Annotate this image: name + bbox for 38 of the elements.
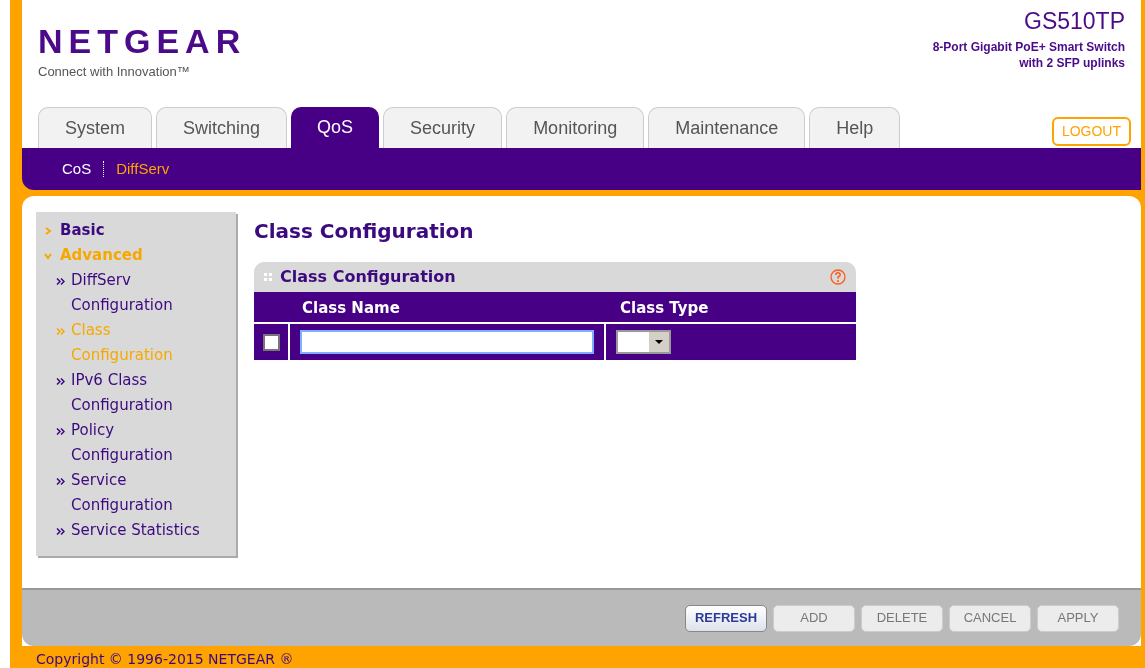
double-chevron-icon <box>56 478 65 485</box>
class-name-field[interactable] <box>300 330 594 354</box>
action-button[interactable]: REFRESH <box>685 604 767 632</box>
subnav-link[interactable]: CoS <box>62 157 92 181</box>
dropdown-button[interactable] <box>649 332 669 352</box>
row-checkbox[interactable] <box>262 333 280 351</box>
nav-tab[interactable]: Maintenance <box>648 107 806 148</box>
page-title: Class Configuration <box>254 218 475 245</box>
sidebar-item[interactable]: Basic <box>60 219 105 242</box>
column-header: Class Type <box>619 297 710 319</box>
model-description: with 2 SFP uplinks <box>1019 54 1125 71</box>
model-name: GS510TP <box>1024 7 1125 36</box>
subnav-link[interactable]: DiffServ <box>116 157 170 181</box>
sidebar-item[interactable]: IPv6 Class Configuration <box>71 368 211 418</box>
column-header: Class Name <box>301 297 401 319</box>
nav-tab[interactable]: Help <box>809 107 901 148</box>
nav-tab[interactable]: QoS <box>291 107 380 148</box>
double-chevron-icon <box>56 328 65 335</box>
grip-icon <box>264 273 272 281</box>
caret-icon <box>655 340 663 344</box>
double-chevron-icon <box>56 528 65 535</box>
double-chevron-icon <box>56 278 65 285</box>
nav-tab[interactable]: Security <box>383 107 503 148</box>
double-chevron-icon <box>56 428 65 435</box>
sidebar-item[interactable]: Service Statistics <box>71 518 211 543</box>
panel-title: Class Configuration <box>280 266 457 288</box>
nav-tab[interactable]: System <box>38 107 152 148</box>
double-chevron-icon <box>56 378 65 385</box>
help-icon[interactable] <box>830 269 846 285</box>
sidebar-item[interactable]: DiffServ Configuration <box>71 268 211 318</box>
copyright-text: Copyright © 1996-2015 NETGEAR ® <box>36 650 294 668</box>
tagline: Connect with Innovation™ <box>38 63 191 81</box>
logo: NETGEAR <box>38 24 247 58</box>
model-description: 8-Port Gigabit PoE+ Smart Switch <box>932 38 1125 55</box>
nav-tab[interactable]: Switching <box>156 107 288 148</box>
sidebar-item[interactable]: Service Configuration <box>71 468 211 518</box>
nav-tab[interactable]: Monitoring <box>506 107 645 148</box>
sidebar-item[interactable]: Policy Configuration <box>71 418 211 468</box>
